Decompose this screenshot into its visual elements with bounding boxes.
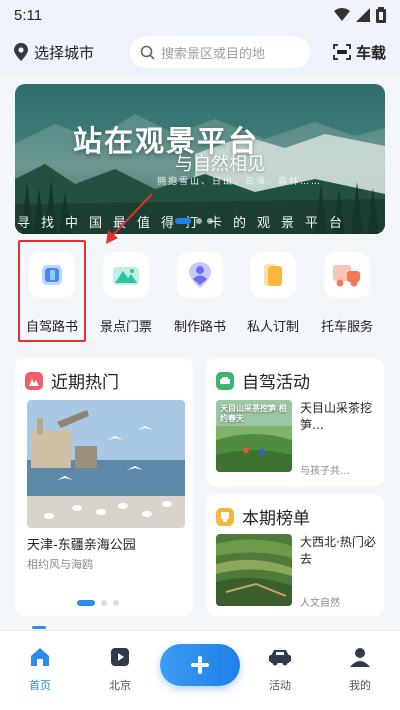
quick-item-custom[interactable]: 私人订制	[238, 244, 308, 344]
hot-section-header: 近期热门	[15, 358, 193, 393]
wifi-icon	[334, 8, 350, 21]
thumb-caption: 天目山采茶挖笋 相约春天	[220, 404, 287, 423]
banner-subtitle: 与自然相见	[175, 154, 265, 175]
promo-banner[interactable]: 站在观景平台 与自然相见 拥抱雪山、日出、云海、森林…… 寻找中国最值得打卡的观…	[15, 84, 385, 234]
quick-item-label: 私人订制	[246, 320, 299, 335]
rank-section-header: 本期榜单	[206, 494, 384, 529]
tab-activity[interactable]: 活动	[255, 645, 305, 693]
quick-item-label: 景点门票	[99, 320, 152, 335]
drive-activity-card[interactable]: 自驾活动 天目山采茶挖笋 相约春天 天目山采茶挖笋… 与孩子共…	[206, 358, 384, 486]
hot-section-card[interactable]: 近期热门 天津-东疆亲海公园 相约风与海鸥	[15, 358, 193, 616]
battery-icon	[376, 7, 386, 23]
quick-icon-wrap	[177, 252, 223, 298]
rank-item-title: 大西北·热门必去	[300, 535, 376, 566]
quick-item-make-route[interactable]: 制作路书	[165, 244, 235, 344]
northwest-terraces-photo	[216, 534, 292, 606]
home-icon	[31, 648, 49, 666]
city-selector[interactable]: 选择城市	[14, 42, 126, 63]
drive-item-thumb[interactable]: 天目山采茶挖笋 相约春天	[216, 400, 292, 472]
tab-city[interactable]: 北京	[95, 645, 145, 693]
quick-icon-wrap	[103, 252, 149, 298]
rank-item-thumb[interactable]	[216, 534, 292, 606]
hot-item-subtitle: 相约风与海鸥	[27, 558, 93, 571]
annotation-highlight-box	[18, 240, 86, 342]
banner-dot-active	[175, 218, 191, 224]
drive-section-title: 自驾活动	[242, 373, 310, 393]
user-icon	[350, 648, 370, 667]
annotation-arrow-icon	[106, 193, 153, 244]
tab-active-indicator	[32, 626, 46, 629]
hot-flame-icon	[25, 371, 43, 390]
drive-section-header: 自驾活动	[206, 358, 384, 393]
banner-pagination	[175, 218, 213, 224]
hot-pagination	[77, 600, 119, 606]
location-pin-icon	[14, 43, 28, 61]
person-pin-icon	[189, 262, 211, 288]
car-link-label: 车载	[355, 43, 386, 62]
quick-icon-wrap	[324, 252, 370, 298]
hot-dot	[113, 600, 119, 606]
status-bar: 5:11	[0, 0, 400, 30]
rank-section-title: 本期榜单	[242, 509, 310, 529]
quick-item-tickets[interactable]: 景点门票	[91, 244, 161, 344]
hot-item-image[interactable]	[27, 400, 185, 528]
tab-home[interactable]: 首页	[15, 645, 65, 693]
quick-icon-wrap	[250, 252, 296, 298]
city-label: 选择城市	[34, 43, 95, 62]
rank-item-subtitle: 人文自然	[300, 598, 340, 609]
car-badge-icon	[216, 371, 234, 390]
tab-city-label: 北京	[109, 679, 131, 692]
tab-activity-label: 活动	[269, 679, 291, 692]
car-icon	[269, 650, 291, 666]
folder-icon	[264, 264, 282, 286]
status-icons	[334, 7, 386, 23]
status-time: 5:11	[14, 6, 43, 24]
drive-item-title: 天目山采茶挖笋…	[300, 401, 373, 432]
car-mode-button[interactable]: 车载	[333, 42, 386, 63]
trophy-icon	[216, 507, 234, 526]
search-icon	[140, 45, 155, 60]
signal-icon	[356, 8, 370, 22]
quick-item-label: 制作路书	[173, 320, 226, 335]
plus-icon	[191, 656, 209, 674]
hot-section-title: 近期热门	[51, 373, 119, 393]
map-pin-square-icon	[111, 648, 129, 666]
scan-car-icon	[333, 44, 351, 60]
banner-dot	[207, 218, 213, 224]
add-button[interactable]	[160, 644, 240, 686]
tab-mine-label: 我的	[349, 679, 371, 692]
banner-tags: 拥抱雪山、日出、云海、森林……	[157, 177, 323, 187]
search-placeholder: 搜索景区或目的地	[161, 46, 266, 62]
seaside-photo	[27, 400, 185, 528]
hot-item-title: 天津-东疆亲海公园	[27, 538, 136, 553]
hot-dot-active	[77, 600, 95, 606]
hot-dot	[101, 600, 107, 606]
top-header: 选择城市 搜索景区或目的地 车载	[0, 30, 400, 74]
quick-item-tow[interactable]: 托车服务	[312, 244, 382, 344]
drive-item-subtitle: 与孩子共…	[300, 466, 350, 477]
truck-icon	[333, 265, 360, 287]
tab-home-label: 首页	[29, 679, 51, 692]
ranking-card[interactable]: 本期榜单 大西北·热门必去 人文自然	[206, 494, 384, 616]
tab-mine[interactable]: 我的	[335, 645, 385, 693]
quick-item-label: 托车服务	[320, 320, 373, 335]
search-input[interactable]: 搜索景区或目的地	[130, 36, 310, 68]
mountain-icon	[113, 267, 139, 285]
banner-dot	[196, 218, 202, 224]
